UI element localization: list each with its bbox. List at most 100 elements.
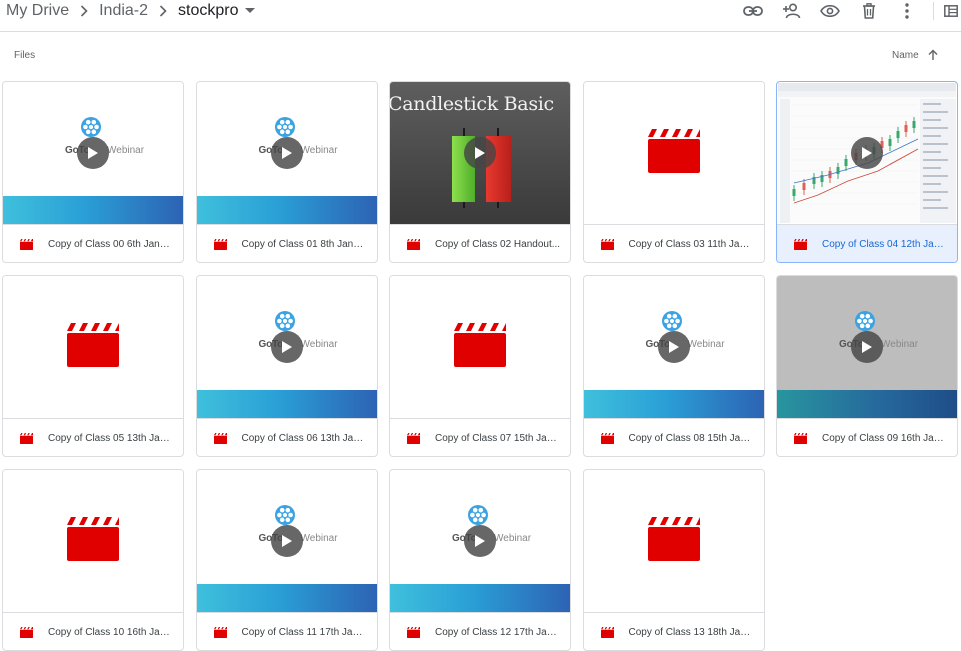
file-thumbnail[interactable]	[3, 276, 183, 418]
gotowebinar-logo-icon	[854, 310, 876, 332]
file-footer[interactable]: Copy of Class 08 15th January...	[584, 419, 764, 456]
thumbnail-banner	[390, 584, 570, 612]
file-footer[interactable]: Copy of Class 07 15th January...	[390, 419, 570, 456]
file-card[interactable]: GoToWebinar Copy of Class 00 6th January.…	[2, 81, 184, 263]
file-card[interactable]: Copy of Class 07 15th January...	[389, 275, 571, 457]
breadcrumb-my-drive[interactable]: My Drive	[4, 2, 71, 20]
logo-text: Webinar	[687, 339, 725, 350]
file-thumbnail[interactable]: Candlestick Basic	[390, 82, 570, 224]
video-clapper-icon	[647, 516, 700, 566]
gotowebinar-logo-icon	[274, 116, 296, 138]
toolbar-divider	[933, 2, 934, 20]
play-icon[interactable]	[464, 525, 496, 557]
more-vert-icon[interactable]	[895, 0, 919, 22]
video-file-icon	[20, 626, 33, 638]
thumbnail-title: Candlestick Basic	[390, 93, 554, 115]
file-name: Copy of Class 02 Handout...	[435, 238, 561, 250]
details-panel-icon[interactable]	[944, 0, 961, 22]
file-footer[interactable]: Copy of Class 12 17th January...	[390, 613, 570, 650]
file-thumbnail[interactable]	[583, 470, 764, 612]
breadcrumb-stockpro[interactable]: stockpro	[176, 2, 240, 20]
file-name: Copy of Class 08 15th January...	[628, 432, 755, 444]
play-icon[interactable]	[270, 137, 303, 169]
file-card[interactable]: GoToWebinar Copy of Class 11 17th January…	[195, 469, 378, 651]
file-name: Copy of Class 03 11th January...	[628, 238, 755, 250]
play-icon[interactable]	[657, 331, 690, 363]
file-thumbnail[interactable]	[390, 276, 570, 418]
file-card[interactable]: GoToWebinar Copy of Class 08 15th January…	[582, 275, 765, 457]
video-file-icon	[600, 238, 614, 250]
video-clapper-icon	[647, 128, 700, 178]
play-icon[interactable]	[270, 525, 303, 557]
file-name: Copy of Class 13 18th January...	[628, 626, 755, 638]
top-bar: My Drive India-2 stockpro	[0, 0, 961, 32]
file-footer[interactable]: Copy of Class 06 13th January...	[197, 419, 377, 456]
file-thumbnail[interactable]	[3, 470, 183, 612]
file-card[interactable]: GoToWebinar Copy of Class 06 13th January…	[195, 275, 378, 457]
file-footer[interactable]: Copy of Class 10 16th January...	[3, 613, 183, 650]
file-card[interactable]: Candlestick Basic Copy of Class 02 Handou…	[389, 81, 571, 263]
chart-screenshot-image	[778, 83, 956, 223]
link-icon[interactable]	[741, 0, 765, 22]
logo-text: Webinar	[300, 145, 338, 156]
arrow-up-icon[interactable]	[927, 48, 939, 62]
file-footer[interactable]: Copy of Class 05 13th January...	[3, 419, 183, 456]
file-footer[interactable]: Copy of Class 03 11th January...	[584, 225, 764, 262]
chevron-right-icon	[150, 0, 176, 22]
file-card[interactable]: GoToWebinar Copy of Class 12 17th January…	[389, 469, 571, 651]
thumbnail-banner	[3, 196, 183, 224]
file-thumbnail[interactable]: GoToWebinar	[196, 82, 377, 224]
file-card[interactable]: Copy of Class 10 16th January...	[2, 469, 184, 651]
file-card[interactable]: Copy of Class 04 12th January...	[776, 81, 958, 263]
file-thumbnail[interactable]: GoToWebinar	[777, 276, 957, 418]
play-icon[interactable]	[851, 331, 883, 363]
file-thumbnail[interactable]: GoToWebinar	[196, 276, 377, 418]
file-thumbnail[interactable]: GoToWebinar	[583, 276, 764, 418]
thumbnail-banner	[196, 584, 377, 612]
logo-text: Webinar	[107, 145, 145, 156]
file-thumbnail[interactable]: GoToWebinar	[196, 470, 377, 612]
file-footer[interactable]: Copy of Class 04 12th January...	[777, 225, 957, 262]
gotowebinar-logo-icon	[274, 310, 296, 332]
video-file-icon	[794, 432, 807, 444]
trash-icon[interactable]	[857, 0, 881, 22]
file-footer[interactable]: Copy of Class 13 18th January...	[584, 613, 764, 650]
play-icon[interactable]	[270, 331, 303, 363]
eye-icon[interactable]	[818, 0, 842, 22]
video-clapper-icon	[67, 322, 119, 372]
video-clapper-icon	[454, 322, 506, 372]
breadcrumb-india-2[interactable]: India-2	[97, 2, 150, 20]
file-thumbnail[interactable]: GoToWebinar	[3, 82, 183, 224]
file-thumbnail[interactable]	[778, 83, 956, 223]
file-name: Copy of Class 09 16th January...	[822, 432, 948, 444]
section-label-files: Files	[14, 50, 36, 61]
sort-control[interactable]: Name	[892, 48, 939, 62]
video-file-icon	[213, 432, 227, 444]
file-thumbnail[interactable]: GoToWebinar	[390, 470, 570, 612]
file-footer[interactable]: Copy of Class 02 Handout...	[390, 225, 570, 262]
file-name: Copy of Class 04 12th January...	[822, 238, 948, 250]
add-person-icon[interactable]	[780, 0, 804, 22]
file-footer[interactable]: Copy of Class 00 6th January...	[3, 225, 183, 262]
file-card[interactable]: Copy of Class 13 18th January...	[582, 469, 765, 651]
logo-text: Webinar	[494, 533, 532, 544]
play-icon[interactable]	[464, 137, 496, 169]
file-card[interactable]: Copy of Class 05 13th January...	[2, 275, 184, 457]
file-card[interactable]: GoToWebinar Copy of Class 09 16th January…	[776, 275, 958, 457]
play-icon[interactable]	[851, 137, 883, 169]
file-footer[interactable]: Copy of Class 11 17th January...	[197, 613, 377, 650]
file-card[interactable]: GoToWebinar Copy of Class 01 8th January.…	[195, 81, 378, 263]
dropdown-arrow-icon[interactable]	[243, 0, 257, 22]
play-icon[interactable]	[77, 137, 109, 169]
file-footer[interactable]: Copy of Class 09 16th January...	[777, 419, 957, 456]
file-name: Copy of Class 07 15th January...	[435, 432, 561, 444]
file-footer[interactable]: Copy of Class 01 8th January...	[197, 225, 377, 262]
video-file-icon	[407, 432, 420, 444]
breadcrumb: My Drive India-2 stockpro	[4, 0, 257, 22]
file-name: Copy of Class 12 17th January...	[435, 626, 561, 638]
video-file-icon	[600, 432, 614, 444]
gotowebinar-logo-icon	[80, 116, 102, 138]
file-card[interactable]: Copy of Class 03 11th January...	[582, 81, 765, 263]
file-name: Copy of Class 01 8th January...	[241, 238, 368, 250]
file-thumbnail[interactable]	[583, 82, 764, 224]
